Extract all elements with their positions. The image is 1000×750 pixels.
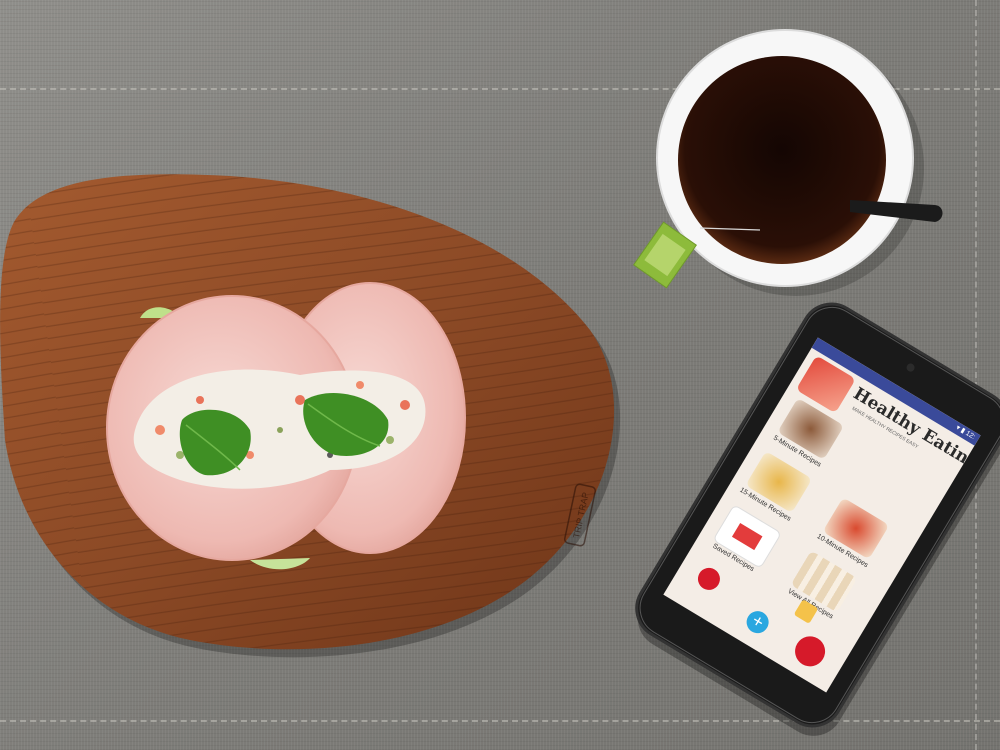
cherry-decoration (789, 630, 831, 672)
cherry-decoration (693, 563, 725, 594)
taco-dish-icon (822, 497, 890, 560)
add-button[interactable]: + (742, 607, 773, 638)
coffee (678, 56, 886, 264)
